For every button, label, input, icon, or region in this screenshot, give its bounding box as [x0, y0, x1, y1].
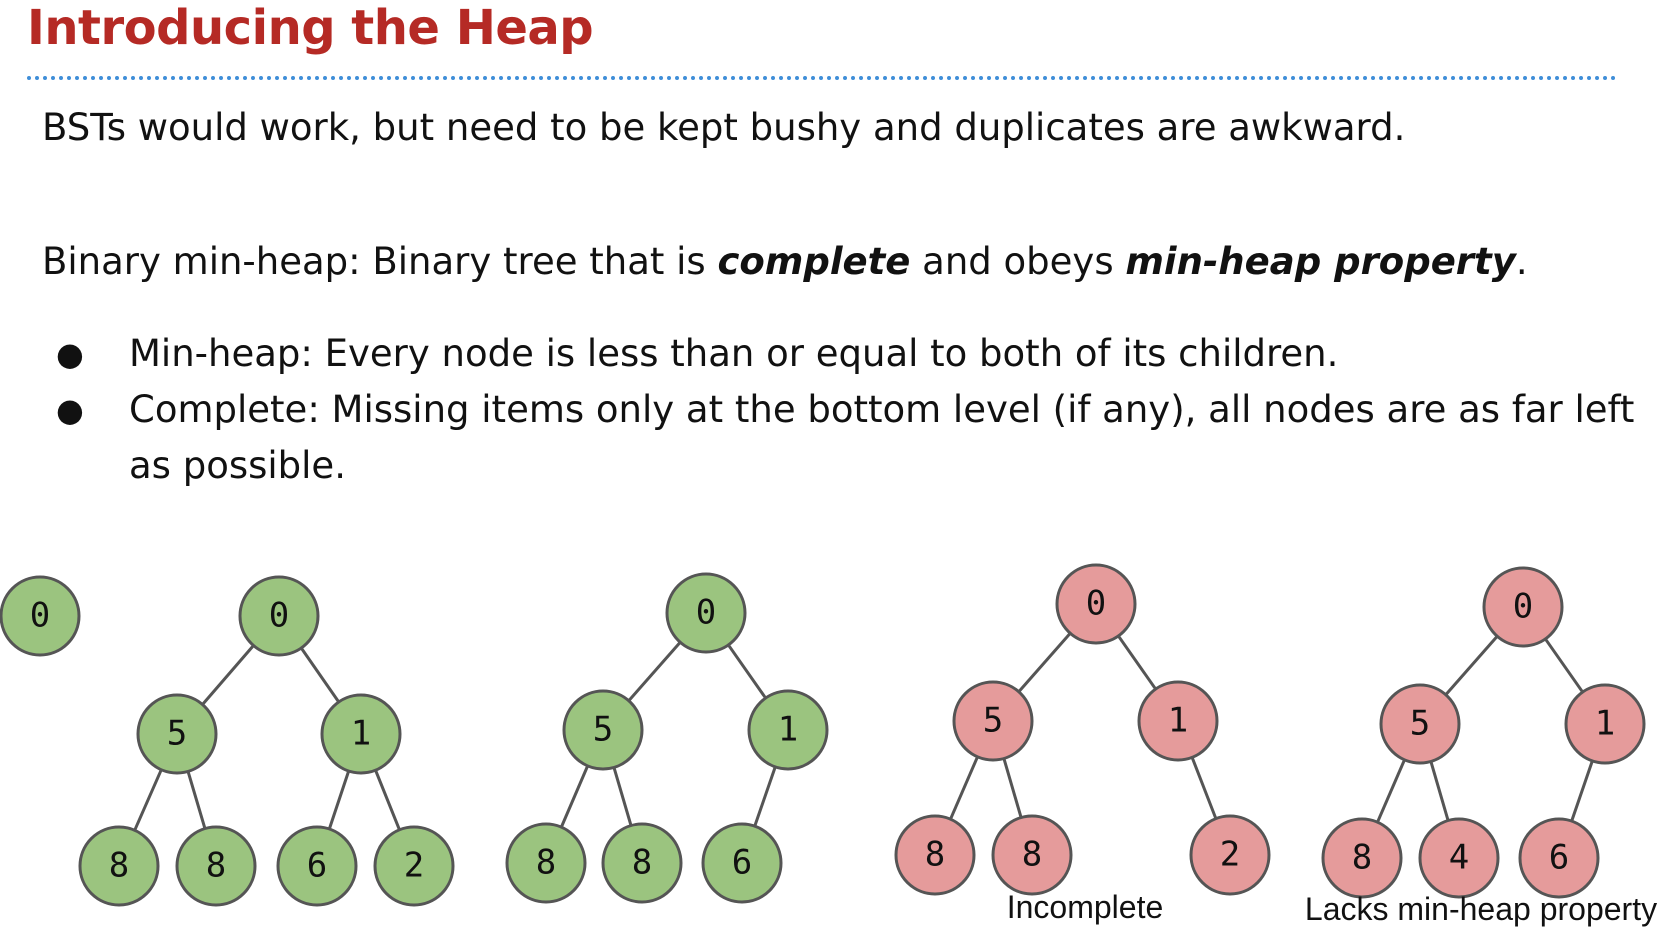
- tree-node: 8: [505, 822, 587, 904]
- tree-node: 5: [952, 680, 1034, 762]
- tree-edge: [627, 641, 682, 702]
- tree-node: 8: [78, 825, 160, 907]
- tree-node: 8: [601, 822, 683, 904]
- tree-edge: [1376, 759, 1406, 823]
- tree-node: 0: [665, 572, 747, 654]
- tree-edge: [727, 644, 767, 699]
- node-label: 8: [1352, 838, 1372, 878]
- heap-tree-4: 0 5 1 8 8 2 Incomplete: [894, 563, 1271, 925]
- tree-node: 0: [1482, 566, 1564, 648]
- tree-node: 0: [0, 575, 81, 657]
- node-label: 8: [206, 846, 226, 886]
- tree-edge: [300, 647, 340, 703]
- tree-caption: Lacks min-heap property: [1305, 891, 1657, 927]
- tree-edge: [559, 765, 590, 828]
- node-label: 0: [1513, 587, 1533, 627]
- node-label: 0: [269, 596, 289, 636]
- tree-edge: [1190, 756, 1218, 820]
- tree-node: 1: [1564, 683, 1646, 765]
- tree-node: 1: [1137, 680, 1219, 762]
- tree-node: 6: [1518, 817, 1600, 899]
- node-label: 8: [1022, 835, 1042, 875]
- node-label: 8: [925, 835, 945, 875]
- heap-tree-3: 0 5 1 8 8 6: [505, 572, 829, 904]
- tree-edge: [133, 769, 163, 831]
- tree-node: 8: [991, 814, 1073, 896]
- tree-edge: [612, 767, 633, 826]
- tree-node: 8: [1321, 817, 1403, 899]
- tree-node: 8: [175, 825, 257, 907]
- tree-caption: Incomplete: [1007, 889, 1164, 925]
- node-label: 8: [536, 843, 556, 883]
- node-label: 2: [1220, 835, 1240, 875]
- node-label: 2: [404, 846, 424, 886]
- node-label: 5: [1410, 704, 1430, 744]
- node-label: 1: [1595, 704, 1615, 744]
- tree-edge: [1117, 635, 1157, 690]
- tree-node: 0: [238, 575, 320, 657]
- tree-edge: [327, 770, 351, 830]
- node-label: 5: [593, 710, 613, 750]
- node-label: 6: [732, 843, 752, 883]
- node-label: 5: [167, 714, 187, 754]
- tree-edge: [753, 766, 777, 827]
- node-label: 6: [1549, 838, 1569, 878]
- node-label: 8: [109, 846, 129, 886]
- tree-node: 1: [747, 689, 829, 771]
- tree-edge: [374, 769, 401, 831]
- node-label: 0: [696, 593, 716, 633]
- node-label: 6: [307, 846, 327, 886]
- tree-node: 5: [136, 693, 218, 775]
- heap-examples-diagram: 0 0 5 1 8 8 6 2 0 5 1 8 8 6 0 5 1 8 8 2 Incomplete 0 5 1 8 4 6 Lack…: [0, 563, 1657, 927]
- tree-node: 6: [701, 822, 783, 904]
- tree-node: 1: [320, 693, 402, 775]
- node-label: 1: [778, 710, 798, 750]
- tree-node: 4: [1418, 817, 1500, 899]
- node-label: 1: [351, 714, 371, 754]
- tree-edge: [186, 770, 207, 830]
- tree-node: 2: [373, 825, 455, 907]
- tree-edge: [201, 644, 255, 706]
- heap-tree-1: 0: [0, 575, 81, 657]
- node-label: 5: [983, 701, 1003, 741]
- tree-edge: [1544, 638, 1584, 693]
- node-label: 8: [632, 843, 652, 883]
- node-label: 0: [30, 596, 50, 636]
- tree-edge: [1444, 635, 1499, 696]
- tree-edge: [1429, 761, 1450, 821]
- tree-node: 5: [562, 689, 644, 771]
- tree-node: 0: [1055, 563, 1137, 645]
- tree-edge: [1002, 758, 1023, 818]
- node-label: 0: [1086, 584, 1106, 624]
- heap-tree-5: 0 5 1 8 4 6 Lacks min-heap property: [1305, 566, 1657, 927]
- tree-edge: [949, 756, 979, 820]
- node-label: 4: [1449, 838, 1469, 878]
- node-label: 1: [1168, 701, 1188, 741]
- tree-node: 5: [1379, 683, 1461, 765]
- tree-node: 2: [1189, 814, 1271, 896]
- tree-edge: [1570, 760, 1594, 822]
- tree-node: 6: [276, 825, 358, 907]
- heap-tree-2: 0 5 1 8 8 6 2: [78, 575, 455, 907]
- tree-edge: [1017, 632, 1072, 693]
- tree-node: 8: [894, 814, 976, 896]
